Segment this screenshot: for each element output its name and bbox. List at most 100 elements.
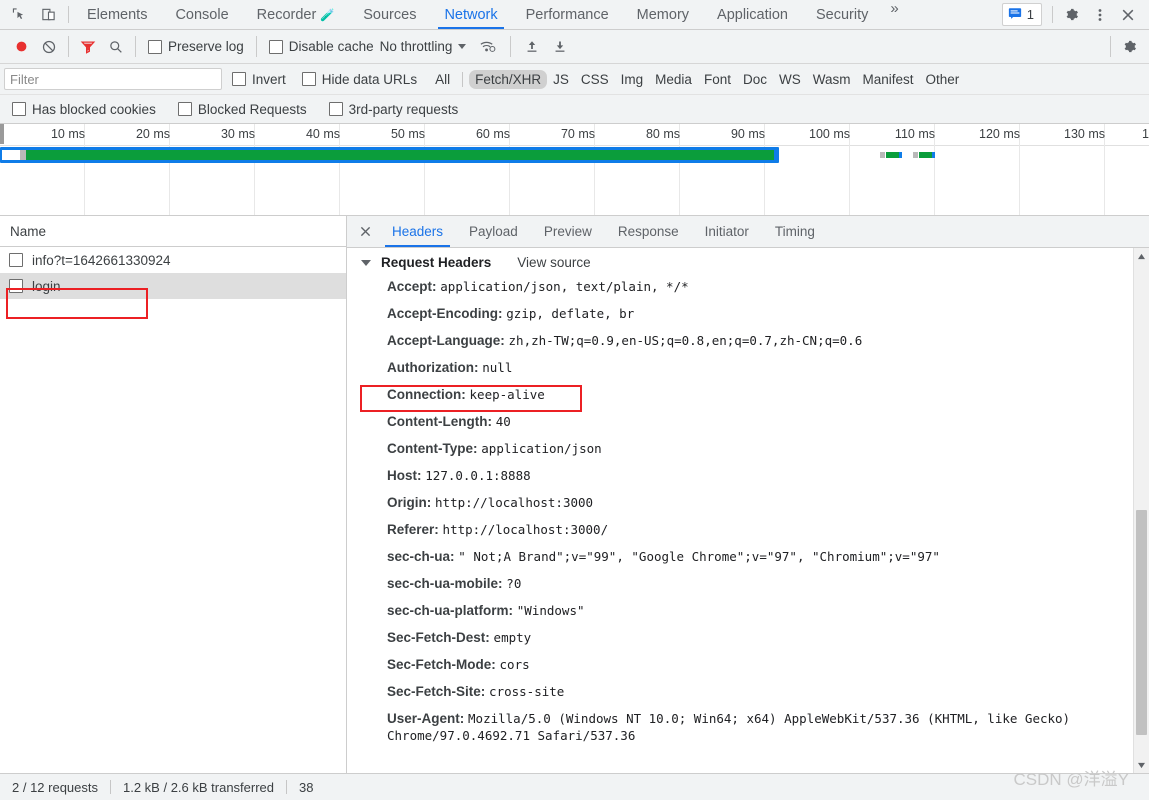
view-source-link[interactable]: View source xyxy=(517,255,590,270)
detail-tabbar: Headers Payload Preview Response Initiat… xyxy=(347,216,1149,248)
checkbox-box xyxy=(268,39,283,54)
network-overview-timeline[interactable]: 10 ms 20 ms 30 ms 40 ms 50 ms 60 ms 70 m… xyxy=(0,124,1149,216)
filter-type-all[interactable]: All xyxy=(429,70,456,89)
tab-label: Recorder xyxy=(256,6,317,23)
tab-performance[interactable]: Performance xyxy=(512,0,623,29)
filter-type-js[interactable]: JS xyxy=(547,70,575,89)
has-blocked-cookies-checkbox[interactable]: Has blocked cookies xyxy=(12,102,156,117)
timeline-tick-label: 10 ms xyxy=(50,127,85,141)
network-settings-icon[interactable] xyxy=(1117,34,1143,60)
search-icon[interactable] xyxy=(103,34,129,60)
invert-checkbox[interactable]: Invert xyxy=(232,72,286,87)
record-button[interactable] xyxy=(8,34,34,60)
filter-toggle-button[interactable] xyxy=(75,34,101,60)
tab-recorder[interactable]: Recorder 🧪 xyxy=(243,0,350,29)
tab-network[interactable]: Network xyxy=(430,0,511,29)
devtools-tabbar: Elements Console Recorder 🧪 Sources Netwo… xyxy=(0,0,1149,30)
timeline-tick-label: 1 xyxy=(1142,127,1149,141)
filter-type-wasm[interactable]: Wasm xyxy=(807,70,857,89)
clear-button[interactable] xyxy=(36,34,62,60)
hide-data-urls-checkbox[interactable]: Hide data URLs xyxy=(301,72,417,87)
filter-type-other[interactable]: Other xyxy=(920,70,966,89)
filter-type-doc[interactable]: Doc xyxy=(737,70,773,89)
tab-memory[interactable]: Memory xyxy=(623,0,703,29)
blocked-requests-checkbox[interactable]: Blocked Requests xyxy=(177,102,307,117)
row-checkbox[interactable] xyxy=(9,279,23,293)
header-row: User-Agent: Mozilla/5.0 (Windows NT 10.0… xyxy=(359,705,1149,749)
header-row: sec-ch-ua-mobile: ?0 xyxy=(359,570,1149,597)
toolbar-divider-5 xyxy=(1110,36,1111,57)
timeline-tick-label: 30 ms xyxy=(220,127,255,141)
message-count: 1 xyxy=(1026,7,1034,22)
preserve-log-label: Preserve log xyxy=(168,39,244,54)
detail-tab-timing[interactable]: Timing xyxy=(762,216,828,247)
has-blocked-cookies-label: Has blocked cookies xyxy=(32,101,156,117)
tab-console[interactable]: Console xyxy=(161,0,242,29)
header-name: sec-ch-ua-platform: xyxy=(387,603,514,618)
header-name: Content-Length: xyxy=(387,414,492,429)
timeline-tick-label: 100 ms xyxy=(809,127,850,141)
header-name: sec-ch-ua: xyxy=(387,549,455,564)
timeline-tick-label: 50 ms xyxy=(390,127,425,141)
toolbar-divider-4 xyxy=(510,36,512,57)
detail-tab-headers[interactable]: Headers xyxy=(379,216,456,247)
header-name: Referer: xyxy=(387,522,439,537)
requests-column-header[interactable]: Name xyxy=(0,216,346,247)
row-checkbox[interactable] xyxy=(9,253,23,267)
request-row-login[interactable]: login xyxy=(0,273,346,299)
scroll-up-arrow-icon[interactable] xyxy=(1134,248,1149,264)
inspect-element-icon[interactable] xyxy=(8,5,28,25)
tab-elements[interactable]: Elements xyxy=(73,0,161,29)
disable-cache-checkbox[interactable]: Disable cache xyxy=(268,39,374,54)
header-value: null xyxy=(482,360,513,375)
checkbox-box xyxy=(177,102,192,116)
tab-sources[interactable]: Sources xyxy=(349,0,430,29)
tab-label: Network xyxy=(444,6,498,23)
import-har-button[interactable] xyxy=(519,34,545,60)
request-headers-title[interactable]: Request Headers View source xyxy=(361,255,1149,273)
filter-type-ws[interactable]: WS xyxy=(773,70,807,89)
chevron-down-icon[interactable] xyxy=(361,259,371,266)
detail-tab-response[interactable]: Response xyxy=(605,216,692,247)
filter-type-font[interactable]: Font xyxy=(698,70,737,89)
filter-type-img[interactable]: Img xyxy=(615,70,650,89)
gear-icon[interactable] xyxy=(1059,3,1085,27)
filter-type-css[interactable]: CSS xyxy=(575,70,615,89)
toolbar-divider-3 xyxy=(255,36,257,57)
filter-input[interactable] xyxy=(4,68,222,90)
message-badge[interactable]: 1 xyxy=(1001,3,1042,26)
scrollbar-thumb[interactable] xyxy=(1136,510,1147,735)
detail-scrollbar[interactable] xyxy=(1133,248,1149,773)
kebab-menu-icon[interactable] xyxy=(1087,3,1113,27)
close-icon[interactable] xyxy=(1115,3,1141,27)
third-party-requests-checkbox[interactable]: 3rd-party requests xyxy=(328,102,458,117)
tab-application[interactable]: Application xyxy=(703,0,802,29)
tab-label: Elements xyxy=(87,6,148,23)
header-name: Accept-Encoding: xyxy=(387,306,503,321)
timeline-tick-label: 90 ms xyxy=(730,127,765,141)
more-tabs-icon[interactable]: » xyxy=(882,0,906,29)
scroll-down-arrow-icon[interactable] xyxy=(1134,757,1149,773)
filter-type-media[interactable]: Media xyxy=(649,70,698,89)
detail-tab-initiator[interactable]: Initiator xyxy=(692,216,762,247)
header-row-authorization: Authorization: null xyxy=(359,354,1149,381)
tab-label: Sources xyxy=(363,6,417,23)
filter-type-manifest[interactable]: Manifest xyxy=(856,70,919,89)
tab-label: Security xyxy=(815,6,869,23)
header-row: Accept-Language: zh,zh-TW;q=0.9,en-US;q=… xyxy=(359,327,1149,354)
filter-type-fetch-xhr[interactable]: Fetch/XHR xyxy=(469,69,548,89)
tab-label: Console xyxy=(175,6,229,23)
timeline-tick-label: 40 ms xyxy=(305,127,340,141)
header-row: Accept: application/json, text/plain, */… xyxy=(359,273,1149,300)
device-toolbar-icon[interactable] xyxy=(38,5,58,25)
throttling-select[interactable]: No throttling xyxy=(380,39,467,54)
tab-security[interactable]: Security xyxy=(802,0,882,29)
preserve-log-checkbox[interactable]: Preserve log xyxy=(148,39,244,54)
detail-tab-payload[interactable]: Payload xyxy=(456,216,531,247)
detail-tab-preview[interactable]: Preview xyxy=(531,216,605,247)
export-har-button[interactable] xyxy=(547,34,573,60)
network-conditions-icon[interactable] xyxy=(474,34,500,60)
header-value: zh,zh-TW;q=0.9,en-US;q=0.8,en;q=0.7,zh-C… xyxy=(508,333,863,348)
request-row-info[interactable]: info?t=1642661330924 xyxy=(0,247,346,273)
close-detail-icon[interactable] xyxy=(351,216,379,247)
